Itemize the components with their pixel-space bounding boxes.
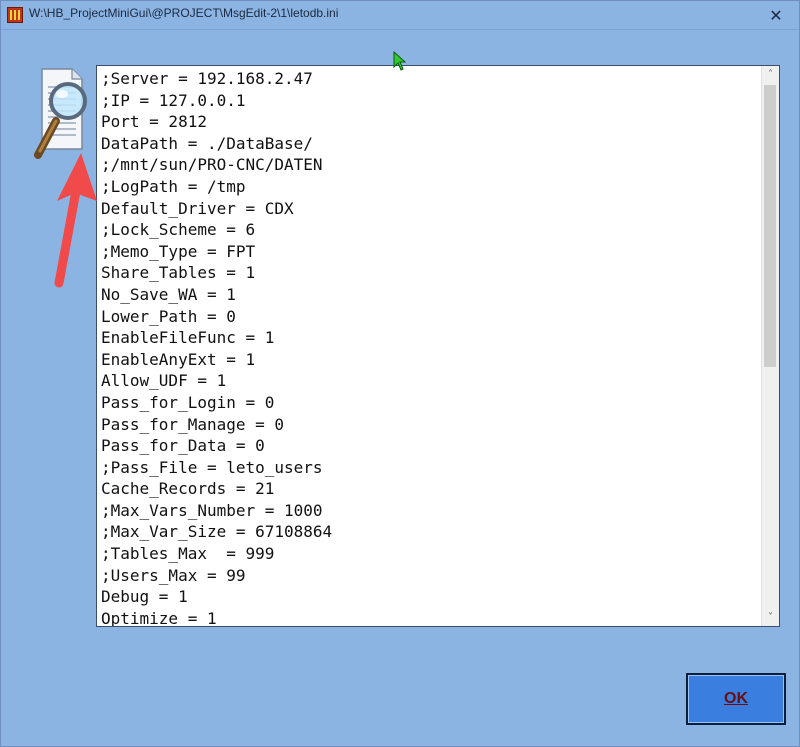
editor-line[interactable]: EnableAnyExt = 1 [101, 349, 761, 371]
editor-line[interactable]: ;Server = 192.168.2.47 [101, 68, 761, 90]
editor-line[interactable]: Optimize = 1 [101, 608, 761, 626]
mouse-cursor-icon [393, 51, 407, 71]
vertical-scrollbar[interactable]: ˄ ˅ [761, 66, 779, 626]
editor-line[interactable]: ;/mnt/sun/PRO-CNC/DATEN [101, 154, 761, 176]
editor-line[interactable]: Debug = 1 [101, 586, 761, 608]
editor-line[interactable]: Lower_Path = 0 [101, 306, 761, 328]
editor-line[interactable]: Default_Driver = CDX [101, 198, 761, 220]
editor-content[interactable]: ;Server = 192.168.2.47 ;IP = 127.0.0.1 Por… [101, 68, 761, 626]
close-button[interactable]: ✕ [753, 1, 799, 29]
editor-line[interactable]: Pass_for_Login = 0 [101, 392, 761, 414]
editor-line[interactable]: Port = 2812 [101, 111, 761, 133]
editor-line[interactable]: No_Save_WA = 1 [101, 284, 761, 306]
editor-line[interactable]: ;Tables_Max = 999 [101, 543, 761, 565]
document-magnifier-icon [34, 68, 87, 159]
editor-line[interactable]: ;Pass_File = leto_users [101, 457, 761, 479]
editor-line[interactable]: ;Max_Var_Size = 67108864 [101, 521, 761, 543]
editor-line[interactable]: Allow_UDF = 1 [101, 370, 761, 392]
title-bar[interactable]: W:\HB_ProjectMiniGui\@PROJECT\MsgEdit-2\… [1, 1, 799, 30]
scroll-up-button[interactable]: ˄ [762, 66, 779, 83]
editor-line[interactable]: Cache_Records = 21 [101, 478, 761, 500]
editor-line[interactable]: Pass_for_Data = 0 [101, 435, 761, 457]
scroll-down-button[interactable]: ˅ [762, 609, 779, 626]
ok-button[interactable]: OK [686, 673, 786, 725]
editor-line[interactable]: ;Memo_Type = FPT [101, 241, 761, 263]
window-title: W:\HB_ProjectMiniGui\@PROJECT\MsgEdit-2\… [29, 6, 339, 20]
editor-line[interactable]: ;Users_Max = 99 [101, 565, 761, 587]
dialog-window: W:\HB_ProjectMiniGui\@PROJECT\MsgEdit-2\… [0, 0, 800, 747]
editor-line[interactable]: EnableFileFunc = 1 [101, 327, 761, 349]
ini-text-editor[interactable]: ;Server = 192.168.2.47 ;IP = 127.0.0.1 Por… [96, 65, 780, 627]
app-icon[interactable] [7, 7, 23, 23]
editor-line[interactable]: ;Max_Vars_Number = 1000 [101, 500, 761, 522]
editor-line[interactable]: ;IP = 127.0.0.1 [101, 90, 761, 112]
editor-line[interactable]: DataPath = ./DataBase/ [101, 133, 761, 155]
editor-line[interactable]: Pass_for_Manage = 0 [101, 414, 761, 436]
editor-line[interactable]: Share_Tables = 1 [101, 262, 761, 284]
editor-line[interactable]: ;Lock_Scheme = 6 [101, 219, 761, 241]
scrollbar-thumb[interactable] [764, 85, 776, 367]
red-arrow-icon [54, 153, 97, 288]
editor-line[interactable]: ;LogPath = /tmp [101, 176, 761, 198]
